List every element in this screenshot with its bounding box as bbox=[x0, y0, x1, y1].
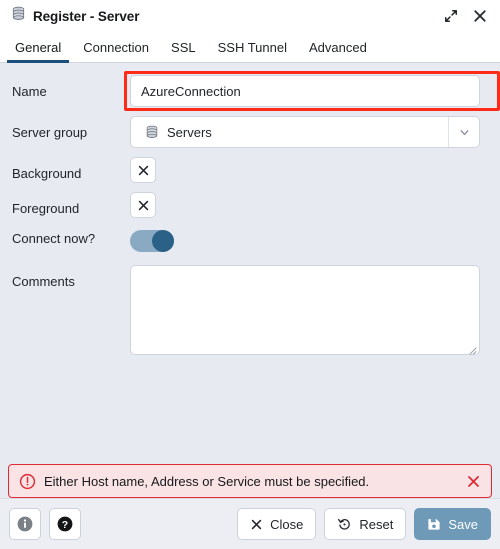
field-row-background: Background bbox=[12, 157, 480, 183]
comments-control bbox=[130, 265, 480, 355]
close-button-footer[interactable]: Close bbox=[237, 508, 316, 540]
tab-bar: General Connection SSL SSH Tunnel Advanc… bbox=[0, 32, 500, 63]
title-bar: Register - Server bbox=[0, 0, 500, 32]
connect-now-control bbox=[130, 227, 480, 252]
server-group-select[interactable]: Servers bbox=[130, 116, 480, 148]
field-row-foreground: Foreground bbox=[12, 192, 480, 218]
register-server-dialog: Register - Server General Connection bbox=[0, 0, 500, 549]
background-control bbox=[130, 157, 480, 183]
window-controls bbox=[442, 8, 490, 25]
server-group-value: Servers bbox=[167, 125, 212, 140]
foreground-control bbox=[130, 192, 480, 218]
error-message-text: Either Host name, Address or Service mus… bbox=[44, 474, 457, 489]
close-button-label: Close bbox=[270, 517, 303, 532]
tab-connection-label: Connection bbox=[83, 40, 149, 55]
close-x-icon bbox=[137, 164, 150, 177]
server-stack-icon bbox=[145, 125, 159, 139]
floppy-disk-icon bbox=[427, 517, 441, 531]
tab-ssl[interactable]: SSL bbox=[160, 32, 207, 62]
tab-advanced[interactable]: Advanced bbox=[298, 32, 378, 62]
close-x-icon bbox=[250, 518, 263, 531]
server-stack-icon bbox=[11, 6, 26, 26]
server-group-control: Servers bbox=[130, 116, 480, 148]
help-button[interactable]: ? bbox=[49, 508, 81, 540]
connect-now-label: Connect now? bbox=[12, 227, 130, 247]
general-form: Name Server group bbox=[0, 63, 500, 498]
tab-connection[interactable]: Connection bbox=[72, 32, 160, 62]
info-button[interactable] bbox=[9, 508, 41, 540]
field-row-comments: Comments bbox=[12, 265, 480, 355]
tab-general[interactable]: General bbox=[4, 32, 72, 62]
connect-now-toggle[interactable] bbox=[130, 230, 174, 252]
tab-advanced-label: Advanced bbox=[309, 40, 367, 55]
reset-button-label: Reset bbox=[359, 517, 393, 532]
reset-button[interactable]: Reset bbox=[324, 508, 406, 540]
chevron-down-icon[interactable] bbox=[448, 117, 479, 147]
error-notification-bar: Either Host name, Address or Service mus… bbox=[8, 464, 492, 498]
field-row-server-group: Server group bbox=[12, 116, 480, 148]
info-circle-icon bbox=[16, 515, 34, 533]
tab-general-label: General bbox=[15, 40, 61, 55]
comments-textarea[interactable] bbox=[130, 265, 480, 355]
field-row-connect-now: Connect now? bbox=[12, 227, 480, 252]
foreground-color-clear-button[interactable] bbox=[130, 192, 156, 218]
tab-ssh-tunnel-label: SSH Tunnel bbox=[218, 40, 287, 55]
maximize-button[interactable] bbox=[442, 8, 459, 25]
question-circle-icon: ? bbox=[56, 515, 74, 533]
foreground-label: Foreground bbox=[12, 192, 130, 217]
name-input[interactable] bbox=[130, 75, 480, 107]
tab-ssh-tunnel[interactable]: SSH Tunnel bbox=[207, 32, 298, 62]
svg-text:?: ? bbox=[62, 519, 68, 531]
background-color-clear-button[interactable] bbox=[130, 157, 156, 183]
name-control bbox=[130, 75, 480, 107]
server-group-label: Server group bbox=[12, 116, 130, 141]
name-label: Name bbox=[12, 75, 130, 100]
close-x-icon bbox=[137, 199, 150, 212]
toggle-knob bbox=[152, 230, 174, 252]
save-button[interactable]: Save bbox=[414, 508, 491, 540]
alert-circle-icon bbox=[19, 473, 36, 490]
background-label: Background bbox=[12, 157, 130, 182]
close-button[interactable] bbox=[471, 8, 488, 25]
field-row-name: Name bbox=[12, 75, 480, 107]
error-close-button[interactable] bbox=[465, 473, 481, 489]
window-title: Register - Server bbox=[33, 9, 139, 24]
title-bar-left: Register - Server bbox=[11, 6, 442, 26]
reset-circular-arrow-icon bbox=[337, 517, 352, 532]
comments-label: Comments bbox=[12, 265, 130, 290]
dialog-footer: ? Close Reset bbox=[0, 498, 500, 549]
server-group-value-wrap: Servers bbox=[145, 125, 442, 140]
save-button-label: Save bbox=[448, 517, 478, 532]
tab-ssl-label: SSL bbox=[171, 40, 196, 55]
